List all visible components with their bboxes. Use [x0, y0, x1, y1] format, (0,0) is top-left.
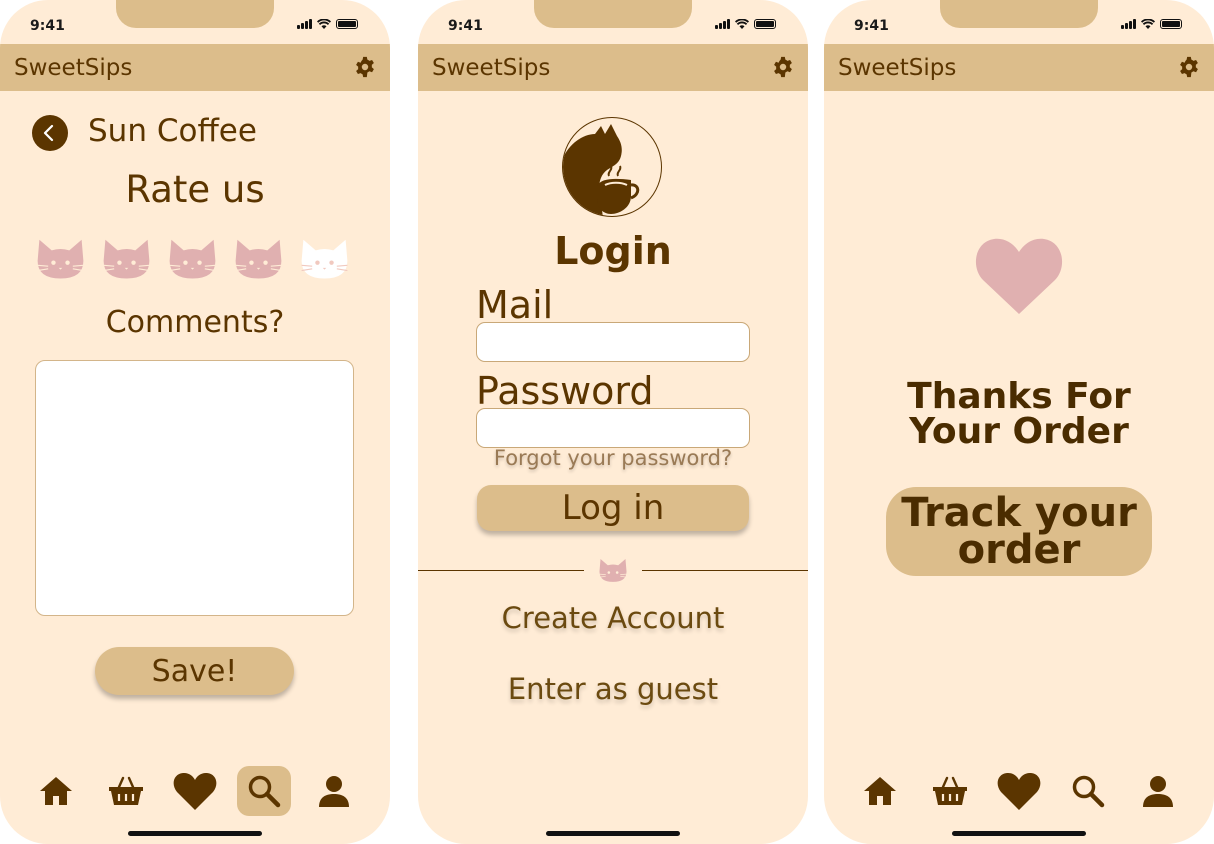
status-icons — [297, 19, 358, 29]
comments-textarea[interactable] — [35, 360, 354, 616]
password-label: Password — [476, 369, 654, 413]
divider-cat-icon — [599, 558, 627, 584]
status-icons — [1121, 19, 1182, 29]
home-indicator — [128, 831, 262, 836]
status-icons — [715, 19, 776, 29]
thanks-line-1: Thanks For — [907, 376, 1131, 417]
heart-icon — [997, 772, 1041, 810]
create-account-link[interactable]: Create Account — [418, 601, 808, 635]
nav-favorites[interactable] — [168, 766, 222, 816]
app-title: SweetSips — [432, 55, 551, 81]
basket-icon — [109, 776, 143, 805]
login-button[interactable]: Log in — [477, 485, 749, 531]
settings-gear-icon[interactable] — [772, 56, 794, 78]
signal-icon — [715, 19, 730, 29]
track-line-1: Track your — [901, 489, 1137, 536]
order-confirmation-screen: 9:41 SweetSips Thanks For Your Order Tra… — [824, 0, 1214, 844]
app-title: SweetSips — [838, 55, 957, 81]
status-time: 9:41 — [448, 18, 483, 34]
wifi-icon — [317, 19, 331, 29]
cat-coffee-logo-icon — [563, 124, 640, 216]
enter-as-guest-link[interactable]: Enter as guest — [418, 672, 808, 706]
settings-gear-icon[interactable] — [354, 56, 376, 78]
notch — [534, 0, 692, 28]
status-time: 9:41 — [30, 18, 65, 34]
home-indicator — [546, 831, 680, 836]
divider-left — [418, 570, 584, 571]
chevron-left-icon — [43, 124, 54, 142]
login-screen: 9:41 SweetSips Login Mail Password Forgo… — [418, 0, 808, 844]
nav-search[interactable] — [1061, 766, 1115, 816]
cat-rating[interactable] — [34, 238, 351, 282]
rating-cat-icon-1[interactable] — [34, 238, 87, 282]
battery-icon — [1160, 19, 1182, 29]
user-icon — [1143, 776, 1173, 807]
cat-coffee-logo — [562, 117, 662, 217]
nav-favorites[interactable] — [992, 766, 1046, 816]
nav-basket[interactable] — [99, 766, 153, 816]
nav-profile[interactable] — [1131, 766, 1185, 816]
rating-cat-icon-2[interactable] — [100, 238, 153, 282]
track-order-button[interactable]: Track your order — [886, 487, 1152, 576]
wifi-icon — [1141, 19, 1155, 29]
mail-input[interactable] — [476, 322, 750, 362]
app-bar: SweetSips — [824, 44, 1214, 91]
home-icon — [864, 777, 896, 805]
bottom-nav — [0, 766, 390, 818]
pink-heart-icon — [975, 238, 1063, 314]
back-button[interactable] — [32, 115, 68, 151]
comments-label: Comments? — [105, 305, 285, 340]
settings-gear-icon[interactable] — [1178, 56, 1200, 78]
status-time: 9:41 — [854, 18, 889, 34]
signal-icon — [297, 19, 312, 29]
app-bar: SweetSips — [0, 44, 390, 91]
rating-cat-icon-5[interactable] — [298, 238, 351, 282]
nav-home[interactable] — [853, 766, 907, 816]
search-icon — [248, 775, 281, 808]
nav-basket[interactable] — [923, 766, 977, 816]
rating-cat-icon-3[interactable] — [166, 238, 219, 282]
search-icon — [1072, 775, 1105, 808]
nav-search[interactable] — [237, 766, 291, 816]
rate-us-title: Rate us — [125, 168, 265, 211]
track-line-2: order — [957, 526, 1081, 573]
battery-icon — [754, 19, 776, 29]
signal-icon — [1121, 19, 1136, 29]
shop-name: Sun Coffee — [88, 113, 257, 149]
basket-icon — [933, 776, 967, 805]
user-icon — [319, 776, 349, 807]
notch — [116, 0, 274, 28]
wifi-icon — [735, 19, 749, 29]
rating-screen: 9:41 SweetSips Sun Coffee Rate us Commen… — [0, 0, 390, 844]
thanks-line-2: Your Order — [909, 411, 1129, 452]
bottom-nav — [824, 766, 1214, 818]
nav-profile[interactable] — [307, 766, 361, 816]
divider-right — [642, 570, 808, 571]
app-title: SweetSips — [14, 55, 133, 81]
mail-label: Mail — [476, 283, 554, 327]
heart-icon — [173, 772, 217, 810]
forgot-password-link[interactable]: Forgot your password? — [418, 446, 808, 470]
app-bar: SweetSips — [418, 44, 808, 91]
home-icon — [40, 777, 72, 805]
nav-home[interactable] — [29, 766, 83, 816]
battery-icon — [336, 19, 358, 29]
home-indicator — [952, 831, 1086, 836]
thanks-message: Thanks For Your Order — [824, 376, 1214, 452]
notch — [940, 0, 1098, 28]
save-button[interactable]: Save! — [95, 647, 294, 695]
login-title: Login — [554, 229, 672, 273]
password-input[interactable] — [476, 408, 750, 448]
rating-cat-icon-4[interactable] — [232, 238, 285, 282]
